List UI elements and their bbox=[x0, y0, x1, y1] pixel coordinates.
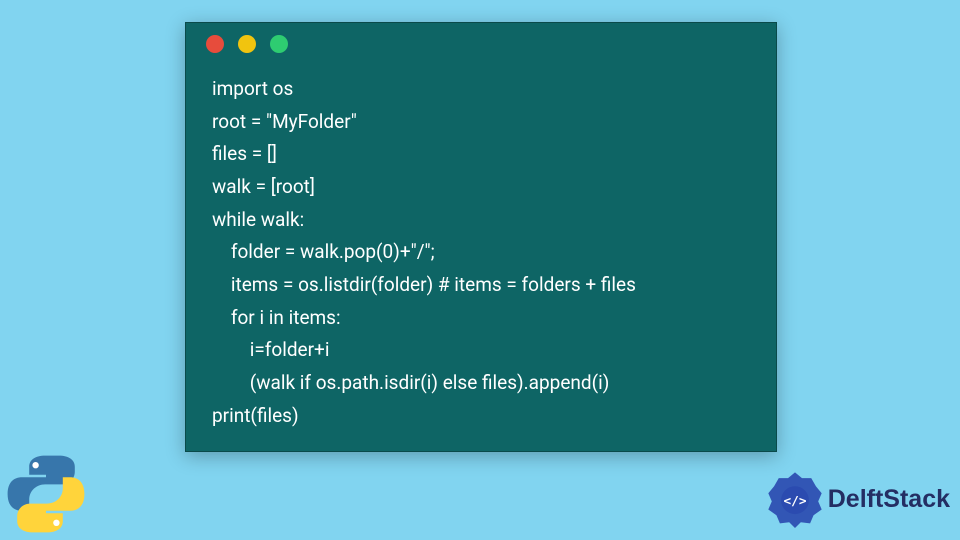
code-line: files = [] bbox=[212, 142, 277, 165]
code-line: for i in items: bbox=[212, 306, 341, 329]
delftstack-badge-icon: </> bbox=[766, 470, 824, 528]
window-close-dot bbox=[206, 35, 224, 53]
delftstack-name: DelftStack bbox=[828, 485, 950, 514]
window-maximize-dot bbox=[270, 35, 288, 53]
code-block: import os root = "MyFolder" files = [] w… bbox=[186, 65, 776, 442]
python-logo-icon bbox=[6, 454, 86, 534]
code-line: while walk: bbox=[212, 208, 304, 231]
code-line: i=folder+i bbox=[212, 338, 329, 361]
code-window: import os root = "MyFolder" files = [] w… bbox=[185, 22, 777, 452]
window-minimize-dot bbox=[238, 35, 256, 53]
code-line: walk = [root] bbox=[212, 175, 315, 198]
window-titlebar bbox=[186, 23, 776, 65]
delftstack-logo: </> DelftStack bbox=[766, 470, 950, 528]
code-line: root = "MyFolder" bbox=[212, 110, 357, 133]
svg-text:</>: </> bbox=[783, 494, 806, 509]
code-line: (walk if os.path.isdir(i) else files).ap… bbox=[212, 371, 609, 394]
code-line: items = os.listdir(folder) # items = fol… bbox=[212, 273, 636, 296]
code-line: print(files) bbox=[212, 404, 299, 427]
code-line: import os bbox=[212, 77, 293, 100]
code-line: folder = walk.pop(0)+"/"; bbox=[212, 240, 435, 263]
